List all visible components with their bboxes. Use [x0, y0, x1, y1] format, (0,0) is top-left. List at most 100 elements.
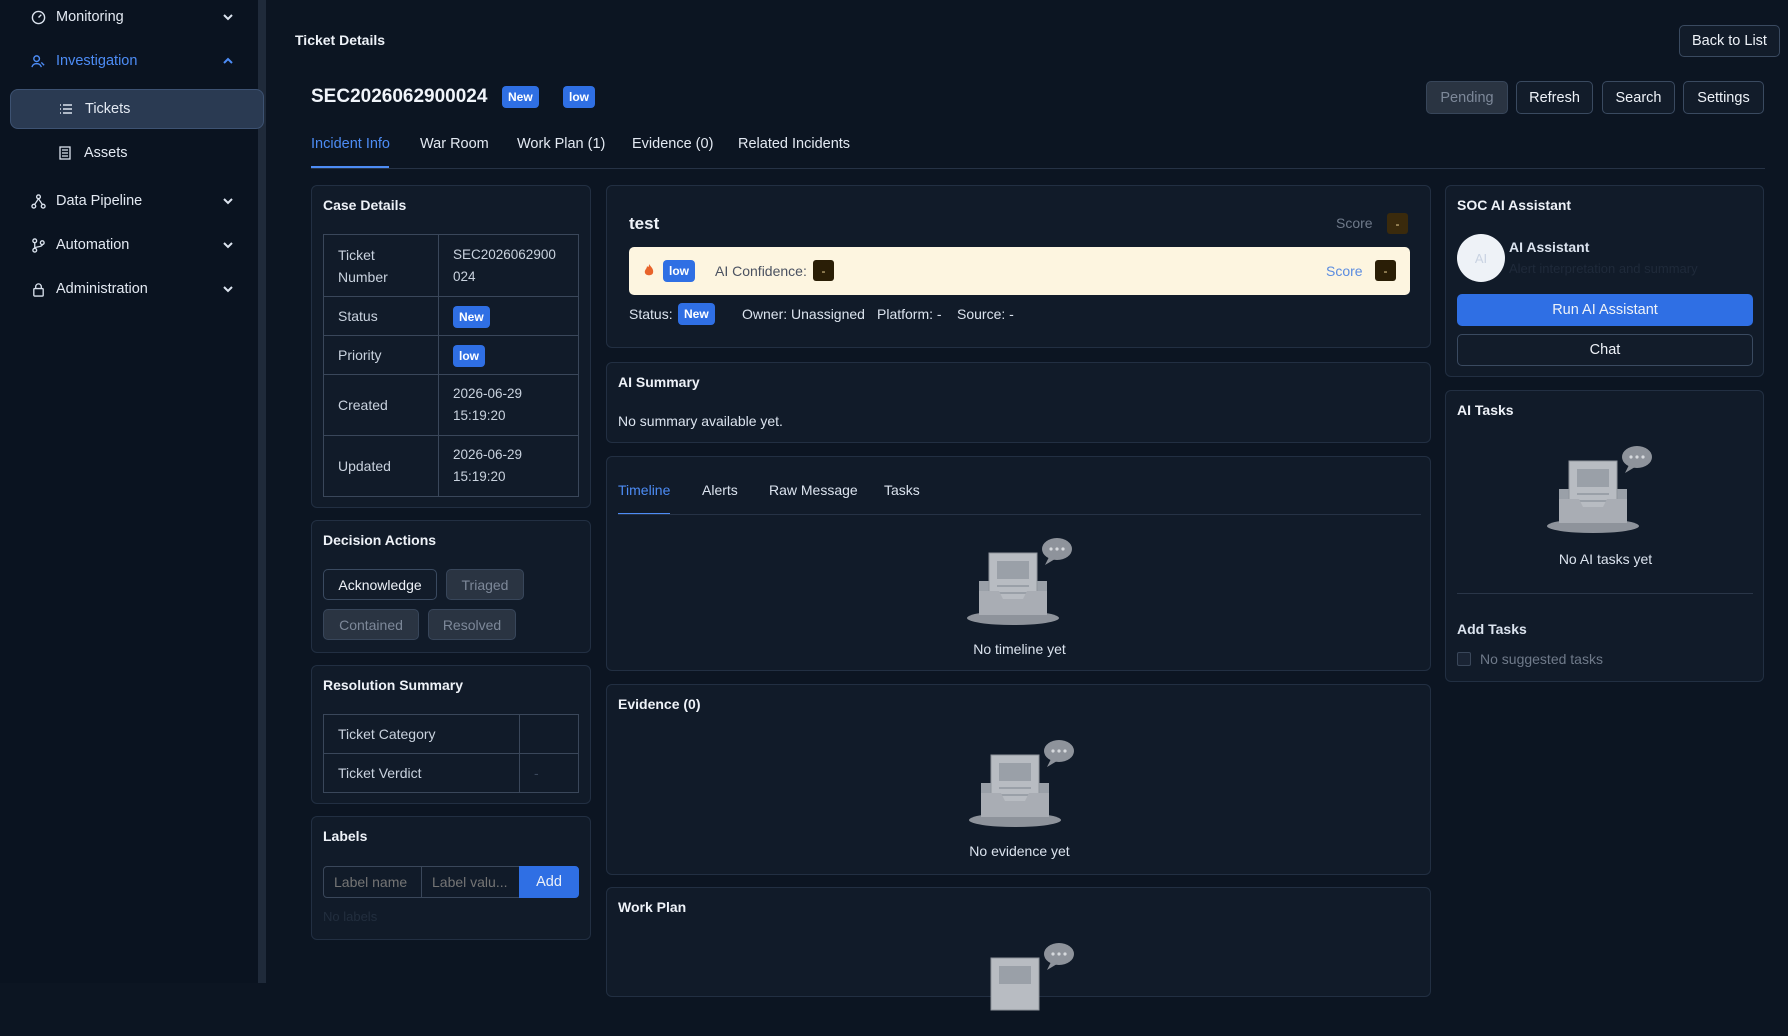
- table-row: Updated 2026-06-29 15:19:20: [323, 435, 579, 497]
- case-details-table: Ticket Number SEC2026062900024 Status New …: [323, 234, 579, 497]
- ai-confidence-badge: -: [813, 260, 834, 281]
- divider: [1457, 593, 1753, 594]
- decision-actions-title: Decision Actions: [323, 532, 437, 548]
- contained-button[interactable]: Contained: [323, 609, 419, 640]
- search-button[interactable]: Search: [1602, 81, 1675, 114]
- triaged-button[interactable]: Triaged: [446, 569, 524, 600]
- sidebar: Monitoring Investigation Tickets Assets …: [0, 0, 266, 983]
- chevron-down-icon: [223, 14, 233, 21]
- table-row: Ticket Number SEC2026062900024: [323, 234, 579, 297]
- tabs-divider: [618, 514, 1421, 515]
- sidebar-item-label: Tickets: [85, 101, 131, 117]
- ai-assistant-card: SOC AI Assistant AI AI Assistant Alert i…: [1445, 185, 1764, 377]
- sidebar-item-label: Monitoring: [56, 9, 124, 25]
- assistant-subtitle: Alert interpretation and summary: [1509, 261, 1698, 276]
- sidebar-item-label: Investigation: [56, 53, 138, 69]
- resolution-summary-title: Resolution Summary: [323, 677, 464, 693]
- row-value: 2026-06-29 15:19:20: [438, 435, 579, 497]
- sidebar-item-administration[interactable]: Administration: [0, 267, 258, 311]
- list-icon: [60, 104, 72, 114]
- chevron-down-icon: [223, 286, 233, 293]
- tabs-divider: [311, 168, 1765, 169]
- label-name-input[interactable]: [323, 866, 422, 898]
- add-label-button[interactable]: Add: [519, 866, 579, 898]
- labels-title: Labels: [323, 828, 368, 844]
- source-text: Source: -: [957, 306, 1014, 322]
- tab-raw-message[interactable]: Raw Message: [769, 482, 858, 498]
- case-details-title: Case Details: [323, 197, 407, 213]
- row-label: Ticket Category: [323, 714, 520, 754]
- row-value: low: [438, 335, 579, 375]
- sidebar-item-data-pipeline[interactable]: Data Pipeline: [0, 179, 258, 223]
- acknowledge-button[interactable]: Acknowledge: [323, 569, 437, 600]
- tab-alerts[interactable]: Alerts: [702, 482, 738, 498]
- pending-button[interactable]: Pending: [1426, 81, 1508, 114]
- settings-button[interactable]: Settings: [1683, 81, 1764, 114]
- priority-badge: low: [563, 86, 595, 108]
- refresh-button[interactable]: Refresh: [1516, 81, 1593, 114]
- tab-work-plan[interactable]: Work Plan (1): [517, 136, 605, 152]
- empty-inbox-icon: [969, 740, 1074, 827]
- label-value-input[interactable]: [421, 866, 520, 898]
- resolution-table: Ticket Category Ticket Verdict -: [323, 714, 579, 793]
- sidebar-item-monitoring[interactable]: Monitoring: [0, 0, 258, 39]
- tab-timeline[interactable]: Timeline: [618, 482, 670, 498]
- avatar: AI: [1457, 234, 1505, 282]
- sidebar-item-automation[interactable]: Automation: [0, 223, 258, 267]
- confidence-banner: low AI Confidence: - Score -: [629, 247, 1410, 295]
- flame-icon: [644, 264, 654, 276]
- table-row: Status New: [323, 296, 579, 336]
- row-label: Ticket Verdict: [323, 753, 520, 793]
- case-details-card: Case Details Ticket Number SEC20260629000…: [311, 185, 591, 508]
- priority-badge: low: [453, 344, 485, 367]
- table-row: Priority low: [323, 335, 579, 375]
- sidebar-item-label: Administration: [56, 281, 148, 297]
- sidebar-item-assets[interactable]: Assets: [10, 133, 264, 173]
- row-value: New: [438, 296, 579, 336]
- lock-icon: [30, 281, 46, 297]
- severity-badge: low: [663, 260, 695, 282]
- timeline-card: Timeline Alerts Raw Message Tasks No tim…: [606, 456, 1431, 671]
- tab-incident-info[interactable]: Incident Info: [311, 136, 390, 152]
- empty-inbox-icon: [990, 943, 1074, 1011]
- owner-text: Owner: Unassigned: [742, 306, 865, 322]
- score-label: Score: [1326, 263, 1363, 279]
- gauge-icon: [30, 9, 46, 25]
- ai-summary-title: AI Summary: [618, 374, 700, 390]
- work-plan-card: Work Plan: [606, 887, 1431, 1011]
- work-plan-title: Work Plan: [618, 899, 687, 915]
- ai-tasks-empty-text: No AI tasks yet: [1558, 551, 1653, 567]
- ai-tasks-title: AI Tasks: [1457, 402, 1514, 418]
- resolved-button[interactable]: Resolved: [428, 609, 516, 640]
- assistant-name: AI Assistant: [1509, 239, 1590, 255]
- tab-evidence[interactable]: Evidence (0): [632, 136, 713, 152]
- sidebar-item-tickets[interactable]: Tickets: [10, 89, 264, 129]
- empty-inbox-icon: [967, 538, 1072, 625]
- tab-related-incidents[interactable]: Related Incidents: [738, 136, 850, 152]
- status-badge: New: [502, 86, 539, 108]
- chat-button[interactable]: Chat: [1457, 334, 1753, 366]
- add-tasks-title: Add Tasks: [1457, 621, 1527, 637]
- evidence-card: Evidence (0) No evidence yet: [606, 684, 1431, 875]
- ai-summary-card: AI Summary No summary available yet.: [606, 362, 1431, 443]
- tab-tasks[interactable]: Tasks: [884, 482, 920, 498]
- score-badge: -: [1375, 260, 1396, 281]
- table-row: Ticket Verdict -: [323, 753, 579, 793]
- no-suggested-tasks-text: No suggested tasks: [1480, 651, 1603, 667]
- sidebar-item-label: Automation: [56, 237, 130, 253]
- back-to-list-button[interactable]: Back to List: [1679, 25, 1780, 57]
- pipeline-icon: [30, 193, 46, 209]
- sidebar-item-investigation[interactable]: Investigation: [0, 39, 258, 83]
- page-title: Ticket Details: [295, 32, 386, 48]
- row-label: Status: [323, 296, 439, 336]
- decision-actions-card: Decision Actions Acknowledge Triaged Con…: [311, 520, 591, 653]
- score-label: Score: [1336, 215, 1373, 231]
- suggested-task-checkbox[interactable]: [1457, 652, 1471, 666]
- run-ai-assistant-button[interactable]: Run AI Assistant: [1457, 294, 1753, 326]
- evidence-empty-text: No evidence yet: [969, 843, 1070, 859]
- document-icon: [59, 146, 71, 160]
- empty-inbox-icon: [1547, 446, 1652, 533]
- chevron-up-icon: [223, 57, 233, 64]
- tab-war-room[interactable]: War Room: [420, 136, 489, 152]
- no-labels-text: No labels: [323, 909, 378, 924]
